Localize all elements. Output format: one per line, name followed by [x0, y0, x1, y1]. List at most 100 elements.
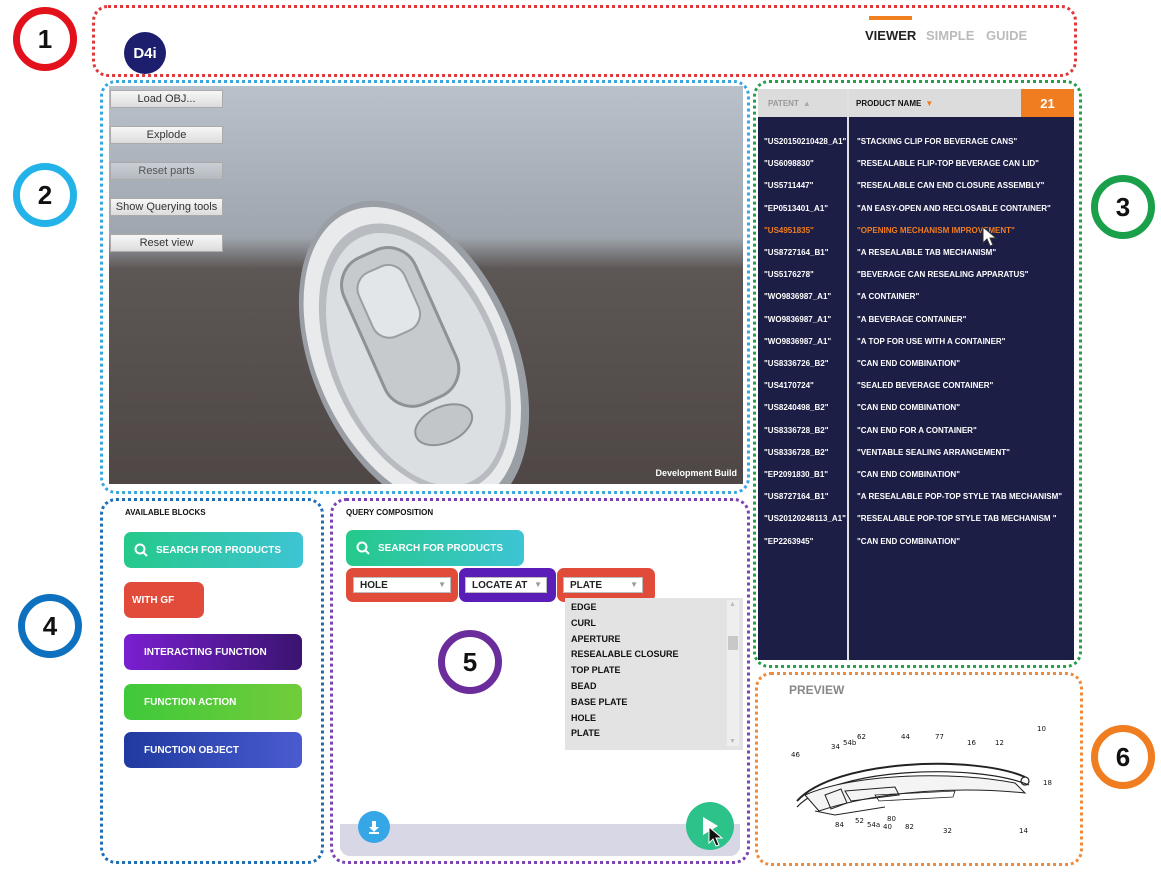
patent-row[interactable]: "US4170724" "SEALED BEVERAGE CONTAINER" — [758, 377, 1074, 395]
marker-2: 2 — [13, 163, 77, 227]
patent-row[interactable]: "EP0513401_A1" "AN EASY-OPEN AND RECLOSAB… — [758, 200, 1074, 218]
patent-row[interactable]: "EP2263945" "CAN END COMBINATION" — [758, 533, 1074, 551]
patent-row[interactable]: "WO9836987_A1" "A TOP FOR USE WITH A CONT… — [758, 333, 1074, 351]
block-interacting-function[interactable]: INTERACTING FUNCTION — [124, 634, 302, 670]
patent-column-header[interactable]: PATENT ▲ — [768, 89, 811, 117]
figure-label: 62 — [857, 733, 866, 741]
patent-id: "WO9836987_A1" — [764, 292, 832, 302]
patent-row[interactable]: "US8240498_B2" "CAN END COMBINATION" — [758, 399, 1074, 417]
plate-dropdown-list[interactable]: EDGE CURL APERTURE RESEALABLE CLOSURE TOP PL… — [565, 598, 743, 750]
product-name: "A CONTAINER" — [857, 292, 920, 302]
can-lid-model[interactable] — [109, 86, 743, 484]
patent-row[interactable]: "US20120248113_A1" "RESEALABLE POP-TOP ST… — [758, 510, 1074, 528]
product-name: "SEALED BEVERAGE CONTAINER" — [857, 381, 994, 391]
patent-row[interactable]: "EP2091830_B1" "CAN END COMBINATION" — [758, 466, 1074, 484]
figure-label: 44 — [901, 733, 910, 741]
development-build-label: Development Build — [655, 468, 737, 478]
patent-row[interactable]: "US8336728_B2" "CAN END FOR A CONTAINER" — [758, 422, 1074, 440]
reset-view-button[interactable]: Reset view — [110, 234, 223, 252]
reset-parts-button[interactable]: Reset parts — [110, 162, 223, 180]
patent-row[interactable]: "US8336726_B2" "CAN END COMBINATION" — [758, 355, 1074, 373]
block-function-object[interactable]: FUNCTION OBJECT — [124, 732, 302, 768]
product-name: "RESEALABLE CAN END CLOSURE ASSEMBLY" — [857, 181, 1045, 191]
dropdown-option[interactable]: APERTURE — [571, 634, 621, 644]
patent-row[interactable]: "US20150210428_A1" "STACKING CLIP FOR BEV… — [758, 133, 1074, 151]
plate-select[interactable]: PLATE ▼ — [563, 577, 643, 593]
dropdown-option[interactable]: BASE PLATE — [571, 697, 627, 707]
product-name: "CAN END COMBINATION" — [857, 470, 960, 479]
patent-id: "US5711447" — [764, 181, 814, 191]
patent-row[interactable]: "US8727164_B1" "A RESEALABLE POP-TOP STYL… — [758, 488, 1074, 506]
dropdown-scrollbar[interactable]: ▲ ▼ — [727, 600, 739, 746]
figure-label: 52 — [855, 817, 864, 825]
dropdown-option[interactable]: EDGE — [571, 602, 597, 612]
load-obj-button[interactable]: Load OBJ... — [110, 90, 223, 108]
query-search-block[interactable]: SEARCH FOR PRODUCTS — [346, 530, 524, 566]
patent-row[interactable]: "US8727164_B1" "A RESEALABLE TAB MECHANIS… — [758, 244, 1074, 262]
figure-label: 77 — [935, 733, 944, 741]
patent-list[interactable]: PATENT ▲ PRODUCT NAME ▼ 21 "US2015021042… — [758, 89, 1074, 660]
hole-select[interactable]: HOLE ▼ — [353, 577, 451, 593]
dropdown-option[interactable]: CURL — [571, 618, 596, 628]
patent-id: "US8336728_B2" — [764, 425, 829, 435]
download-icon — [369, 821, 379, 834]
product-name-column-label: PRODUCT NAME — [856, 98, 922, 108]
product-name-column-header[interactable]: PRODUCT NAME ▼ — [856, 89, 933, 117]
figure-label: 82 — [905, 823, 914, 831]
product-name: "A BEVERAGE CONTAINER" — [857, 314, 967, 324]
search-icon — [356, 541, 370, 555]
scroll-down-icon[interactable]: ▼ — [729, 738, 736, 745]
patent-row[interactable]: "WO9836987_A1" "A CONTAINER" — [758, 288, 1074, 306]
patent-id: "US5176278" — [764, 270, 814, 280]
tab-simple[interactable]: SIMPLE — [926, 28, 974, 43]
patent-id: "US8336728_B2" — [764, 447, 829, 457]
figure-label: 16 — [967, 739, 976, 747]
dropdown-option[interactable]: HOLE — [571, 713, 596, 723]
preview-title: PREVIEW — [789, 683, 845, 697]
patent-id: "WO9836987_A1" — [764, 336, 832, 346]
patent-id: "US8727164_B1" — [764, 492, 829, 502]
product-name: "RESEALABLE FLIP-TOP BEVERAGE CAN LID" — [857, 159, 1039, 169]
block-search-for-products[interactable]: SEARCH FOR PRODUCTS — [124, 532, 303, 568]
patent-row[interactable]: "US8336728_B2" "VENTABLE SEALING ARRANGEM… — [758, 444, 1074, 462]
download-button[interactable] — [358, 811, 390, 843]
figure-label: 40 — [883, 823, 892, 831]
figure-label: 80 — [887, 815, 896, 823]
dropdown-option[interactable]: RESEALABLE CLOSURE — [571, 649, 679, 659]
scroll-up-icon[interactable]: ▲ — [729, 601, 736, 608]
dropdown-option[interactable]: PLATE — [571, 728, 600, 738]
block-with-gf[interactable]: WITH GF — [124, 582, 204, 618]
product-name: "AN EASY-OPEN AND RECLOSABLE CONTAINER" — [857, 203, 1051, 213]
patent-id: "EP0513401_A1" — [764, 203, 829, 213]
d4i-logo[interactable]: D4i — [124, 32, 166, 74]
block-function-action[interactable]: FUNCTION ACTION — [124, 684, 302, 720]
explode-button[interactable]: Explode — [110, 126, 223, 144]
dropdown-option[interactable]: BEAD — [571, 681, 597, 691]
patent-row[interactable]: "WO9836987_A1" "A BEVERAGE CONTAINER" — [758, 311, 1074, 329]
product-name: "A TOP FOR USE WITH A CONTAINER" — [857, 336, 1006, 346]
patent-row[interactable]: "US4951835" "OPENING MECHANISM IMPROVEMEN… — [758, 222, 1074, 240]
patent-row[interactable]: "US5176278" "BEVERAGE CAN RESEALING APPAR… — [758, 266, 1074, 284]
marker-3: 3 — [1091, 175, 1155, 239]
marker-5: 5 — [438, 630, 502, 694]
dropdown-option[interactable]: TOP PLATE — [571, 665, 621, 675]
figure-label: 10 — [1037, 725, 1046, 733]
locate-at-select[interactable]: LOCATE AT ▼ — [465, 577, 547, 593]
available-blocks-title: AVAILABLE BLOCKS — [125, 508, 206, 517]
search-icon — [134, 543, 148, 557]
product-name: "CAN END FOR A CONTAINER" — [857, 425, 977, 435]
show-querying-tools-button[interactable]: Show Querying tools — [110, 198, 223, 216]
patent-id: "EP2091830_B1" — [764, 470, 829, 479]
query-composition-title: QUERY COMPOSITION — [346, 508, 434, 517]
tab-viewer[interactable]: VIEWER — [865, 28, 916, 43]
block-label: SEARCH FOR PRODUCTS — [378, 542, 504, 554]
3d-viewer[interactable]: Load OBJ... Explode Reset parts Show Que… — [109, 86, 743, 484]
patent-id: "WO9836987_A1" — [764, 314, 832, 324]
patent-row[interactable]: "US6098830" "RESEALABLE FLIP-TOP BEVERAGE… — [758, 155, 1074, 173]
tab-guide[interactable]: GUIDE — [986, 28, 1027, 43]
scroll-thumb[interactable] — [728, 636, 738, 650]
patent-drawing-preview: 10 46 34 54b 62 44 77 16 12 18 84 52 54a… — [791, 725, 1052, 835]
patent-row[interactable]: "US5711447" "RESEALABLE CAN END CLOSURE A… — [758, 177, 1074, 195]
product-name: "STACKING CLIP FOR BEVERAGE CANS" — [857, 137, 1018, 146]
patent-id: "US6098830" — [764, 159, 814, 169]
